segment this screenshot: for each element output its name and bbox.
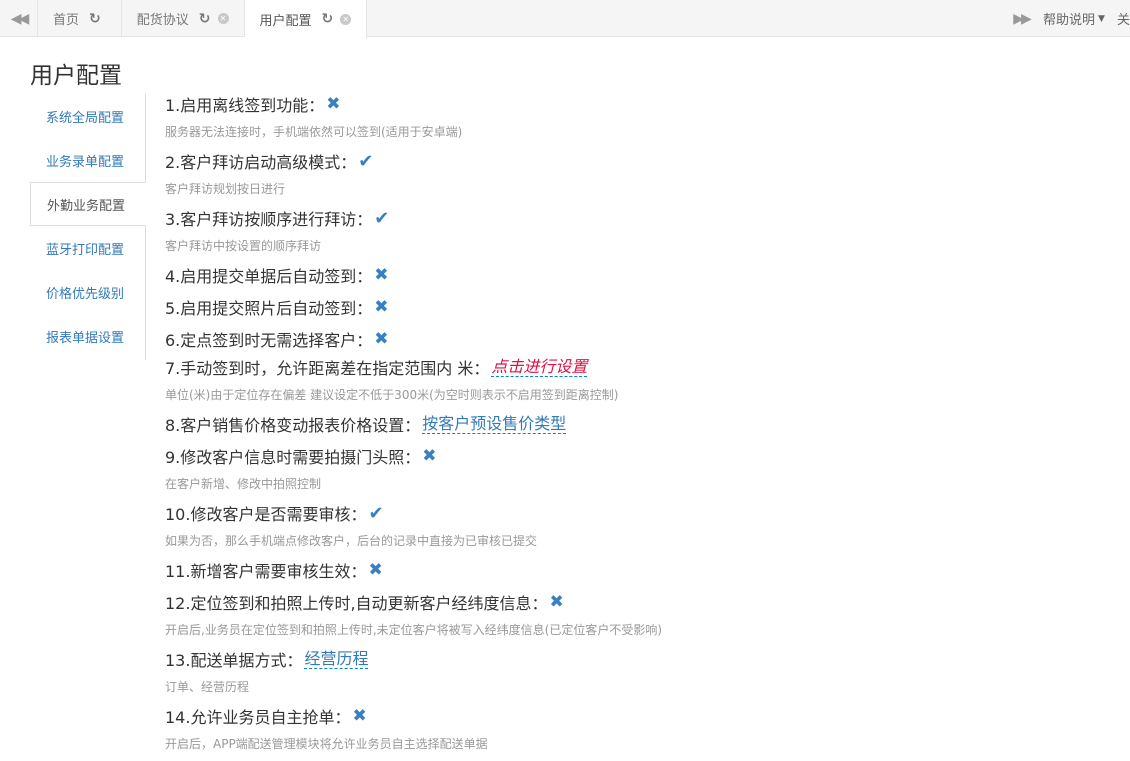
refresh-icon[interactable]: ↻ [199, 11, 211, 27]
tab-bar: ◀◀ 首页 ↻ 配货协议 ↻ ✕ 用户配置 ↻ ✕ ▶▶ 帮助说明 ▼ 关 [0, 0, 1130, 38]
sidebar-item-field-business[interactable]: 外勤业务配置 [30, 182, 146, 226]
setting-price-change-report: 8.客户销售价格变动报表价格设置： 按客户预设售价类型 [165, 410, 1125, 438]
setting-auto-signin-after-document: 4.启用提交单据后自动签到： ✖ [165, 261, 1125, 289]
setting-manual-signin-distance: 7.手动签到时，允许距离差在指定范围内 米： 点击进行设置 [165, 353, 1125, 381]
tab-home[interactable]: 首页 ↻ [38, 0, 122, 37]
setting-description: 开启后,业务员在定位签到和拍照上传时,未定位客户将被写入经纬度信息(已定位客户不… [165, 623, 662, 637]
setting-storefront-photo: 9.修改客户信息时需要拍摄门头照： ✖ [165, 442, 1125, 470]
refresh-icon[interactable]: ↻ [322, 11, 334, 27]
check-icon[interactable]: ✔ [368, 503, 383, 524]
setting-label: 4.启用提交单据后自动签到： [165, 267, 373, 286]
cross-icon[interactable]: ✖ [374, 329, 388, 349]
sidebar-item-bluetooth-print[interactable]: 蓝牙打印配置 [30, 226, 145, 270]
sidebar-item-label: 报表单据设置 [46, 330, 125, 346]
cross-icon[interactable]: ✖ [374, 265, 388, 285]
setting-label: 14.允许业务员自主抢单： [165, 708, 351, 727]
sidebar-item-label: 蓝牙打印配置 [46, 242, 125, 258]
cross-icon[interactable]: ✖ [422, 446, 436, 466]
setting-label: 7.手动签到时，允许距离差在指定范围内 米： [165, 359, 490, 378]
check-icon[interactable]: ✔ [358, 151, 373, 172]
more-menu[interactable]: 关 [1117, 9, 1130, 28]
setting-delivery-document-mode: 13.配送单据方式： 经营历程 [165, 645, 1125, 673]
setting-fixed-point-signin: 6.定点签到时无需选择客户： ✖ [165, 325, 1125, 353]
setting-self-grab-orders: 14.允许业务员自主抢单： ✖ [165, 702, 1125, 730]
tab-label: 配货协议 [136, 13, 189, 28]
check-icon[interactable]: ✔ [374, 208, 389, 229]
setting-auto-update-coordinates: 12.定位签到和拍照上传时,自动更新客户经纬度信息： ✖ [165, 588, 1125, 616]
sidebar-item-price-priority[interactable]: 价格优先级别 [30, 270, 145, 314]
setting-label: 6.定点签到时无需选择客户： [165, 331, 373, 350]
tab-user-config[interactable]: 用户配置 ↻ ✕ [244, 0, 368, 38]
help-label: 帮助说明 [1043, 13, 1096, 28]
sidebar-item-report-settings[interactable]: 报表单据设置 [30, 314, 145, 358]
scroll-tabs-left-button[interactable]: ◀◀ [0, 0, 38, 37]
close-icon[interactable]: ✕ [217, 13, 229, 24]
setting-label: 9.修改客户信息时需要拍摄门头照： [165, 448, 421, 467]
sidebar-item-label: 系统全局配置 [46, 110, 125, 126]
setting-description: 开启后，APP端配送管理模块将允许业务员自主选择配送单据 [165, 737, 488, 751]
sidebar-item-order-entry[interactable]: 业务录单配置 [30, 138, 145, 182]
close-icon[interactable]: ✕ [340, 13, 352, 25]
cross-icon[interactable]: ✖ [374, 297, 388, 317]
setting-description: 客户拜访规划按日进行 [165, 182, 286, 196]
tab-distribution-agreement[interactable]: 配货协议 ↻ ✕ [122, 0, 245, 37]
sidebar-item-global[interactable]: 系统全局配置 [30, 94, 145, 138]
help-dropdown[interactable]: 帮助说明 ▼ 关 [1043, 0, 1130, 37]
page-title: 用户配置 [30, 63, 122, 89]
double-chevron-left-icon: ◀◀ [10, 10, 29, 27]
setting-label: 10.修改客户是否需要审核： [165, 505, 367, 524]
tab-label: 首页 [53, 13, 80, 28]
cross-icon[interactable]: ✖ [368, 560, 382, 580]
double-chevron-right-icon: ▶▶ [1013, 10, 1031, 27]
delivery-mode-link[interactable]: 经营历程 [304, 649, 369, 669]
setting-visit-advanced-mode: 2.客户拜访启动高级模式： ✔ [165, 147, 1125, 175]
cross-icon[interactable]: ✖ [326, 94, 340, 114]
setting-label: 1.启用离线签到功能： [165, 96, 325, 115]
setting-label: 12.定位签到和拍照上传时,自动更新客户经纬度信息： [165, 594, 548, 613]
scroll-tabs-right-button[interactable]: ▶▶ [1002, 0, 1040, 37]
setting-label: 8.客户销售价格变动报表价格设置： [165, 416, 421, 435]
setting-description: 订单、经营历程 [165, 680, 250, 694]
setting-description: 在客户新增、修改中拍照控制 [165, 477, 322, 491]
setting-new-customer-review: 11.新增客户需要审核生效： ✖ [165, 556, 1125, 584]
setting-edit-customer-review: 10.修改客户是否需要审核： ✔ [165, 499, 1125, 527]
setting-label: 11.新增客户需要审核生效： [165, 562, 367, 581]
setting-description: 如果为否，那么手机端点修改客户，后台的记录中直接为已审核已提交 [165, 534, 538, 548]
cross-icon[interactable]: ✖ [352, 706, 366, 726]
setting-auto-signin-after-photo: 5.启用提交照片后自动签到： ✖ [165, 293, 1125, 321]
config-sidebar: 系统全局配置 业务录单配置 外勤业务配置 蓝牙打印配置 价格优先级别 报表单据设… [30, 94, 146, 360]
distance-setting-link[interactable]: 点击进行设置 [491, 357, 588, 377]
sidebar-item-label: 外勤业务配置 [47, 198, 126, 214]
setting-label: 5.启用提交照片后自动签到： [165, 299, 373, 318]
refresh-icon[interactable]: ↻ [89, 11, 101, 27]
setting-visit-in-order: 3.客户拜访按顺序进行拜访： ✔ [165, 204, 1125, 232]
setting-offline-signin: 1.启用离线签到功能： ✖ [165, 90, 1125, 118]
sidebar-item-label: 价格优先级别 [46, 286, 125, 302]
setting-label: 2.客户拜访启动高级模式： [165, 153, 357, 172]
settings-list: 1.启用离线签到功能： ✖ 服务器无法连接时，手机端依然可以签到(适用于安卓端)… [165, 90, 1125, 759]
caret-down-icon: ▼ [1098, 13, 1105, 24]
setting-description: 服务器无法连接时，手机端依然可以签到(适用于安卓端) [165, 125, 463, 139]
tab-label: 用户配置 [259, 13, 312, 29]
setting-label: 3.客户拜访按顺序进行拜访： [165, 210, 373, 229]
sidebar-item-label: 业务录单配置 [46, 154, 125, 170]
cross-icon[interactable]: ✖ [550, 592, 564, 612]
setting-label: 13.配送单据方式： [165, 651, 303, 670]
setting-description: 客户拜访中按设置的顺序拜访 [165, 239, 322, 253]
price-type-link[interactable]: 按客户预设售价类型 [422, 414, 567, 434]
tab-list: 首页 ↻ 配货协议 ↻ ✕ 用户配置 ↻ ✕ [38, 0, 368, 38]
setting-description: 单位(米)由于定位存在偏差 建议设定不低于300米(为空时则表示不启用签到距离控… [165, 388, 619, 402]
